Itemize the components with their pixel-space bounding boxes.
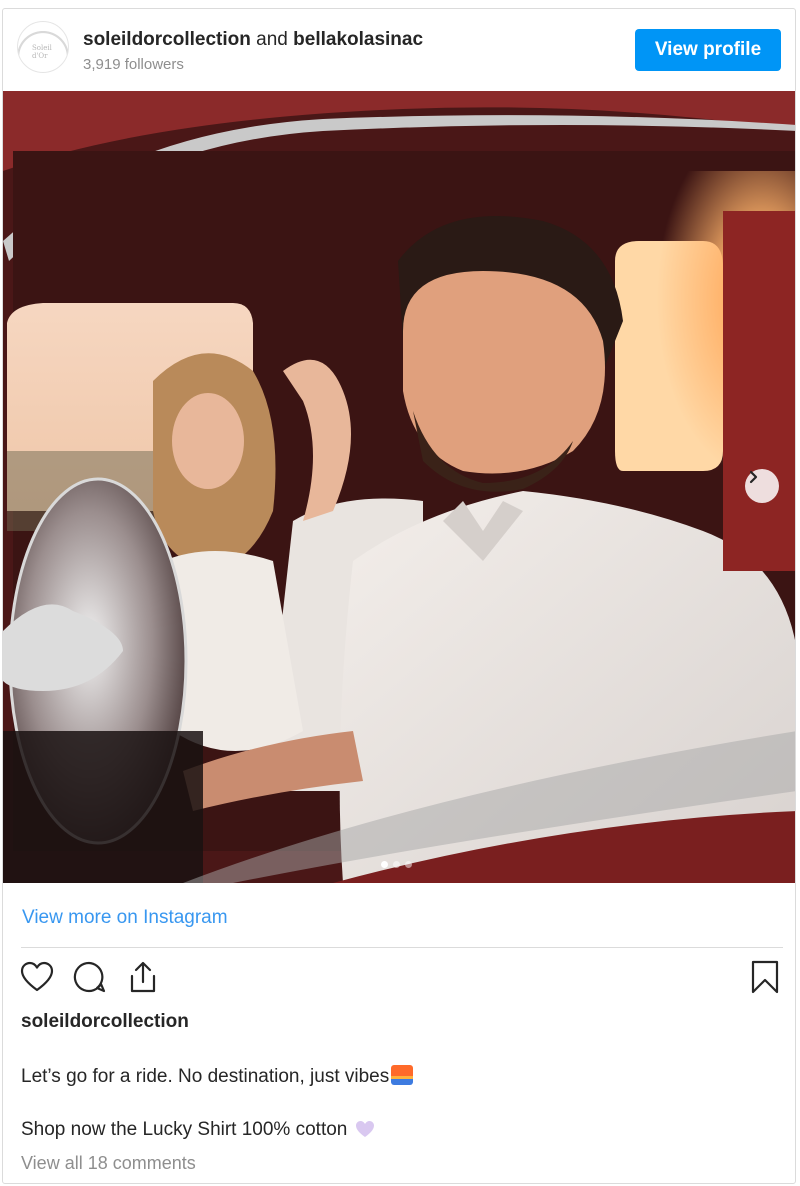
save-button[interactable] [745, 957, 785, 997]
carousel-indicator [381, 861, 412, 868]
account-link-primary[interactable]: soleildorcollection [83, 29, 251, 50]
photo-illustration [3, 91, 795, 883]
like-button[interactable] [17, 957, 57, 997]
view-more-on-instagram-link[interactable]: View more on Instagram [22, 907, 228, 929]
carousel-dot [393, 861, 400, 868]
chevron-right-icon [749, 470, 758, 484]
caption-line: Shop now the Lucky Shirt 100% cotton [21, 1119, 375, 1141]
bookmark-icon [751, 960, 779, 994]
caption-text: Let’s go for a ride. No destination, jus… [21, 1066, 390, 1087]
post-header: Soleil d'Or soleildorcollection and bell… [3, 9, 795, 91]
share-icon [130, 961, 156, 993]
carousel-dot [405, 861, 412, 868]
carousel-dot-active [381, 861, 388, 868]
divider [21, 947, 783, 948]
account-link-secondary[interactable]: bellakolasinac [293, 29, 423, 50]
post-owner-username[interactable]: soleildorcollection [21, 1011, 189, 1033]
connector-text: and [256, 29, 288, 50]
action-bar [3, 957, 795, 1005]
view-all-comments-link[interactable]: View all 18 comments [21, 1153, 196, 1174]
caption-line: Let’s go for a ride. No destination, jus… [21, 1065, 414, 1088]
purple-heart-icon [355, 1121, 374, 1137]
sunset-emoji-icon [391, 1065, 414, 1085]
caption-text: Shop now the Lucky Shirt 100% cotton [21, 1119, 348, 1140]
heart-icon [20, 961, 54, 992]
view-profile-button[interactable]: View profile [635, 29, 781, 71]
share-button[interactable] [123, 957, 163, 997]
follower-count: 3,919 followers [83, 56, 184, 73]
next-slide-button[interactable] [745, 469, 779, 503]
instagram-embed-card: Soleil d'Or soleildorcollection and bell… [2, 8, 796, 1184]
avatar[interactable]: Soleil d'Or [17, 21, 69, 73]
post-photo[interactable] [3, 91, 795, 883]
avatar-logo-text: Soleil d'Or [32, 44, 52, 60]
comment-button[interactable] [69, 957, 109, 997]
account-names: soleildorcollection and bellakolasinac [83, 29, 423, 51]
comment-icon [73, 961, 106, 993]
